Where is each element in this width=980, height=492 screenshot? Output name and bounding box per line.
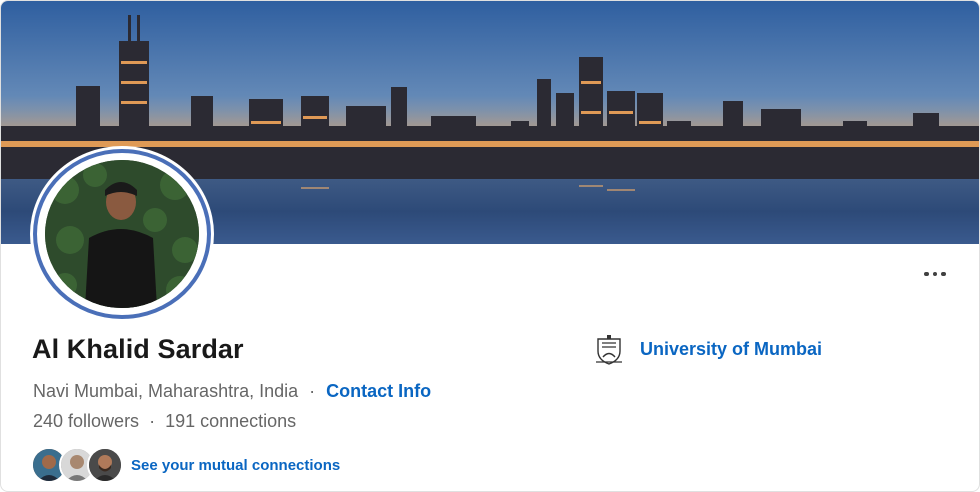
location-row: Navi Mumbai, Maharashtra, India · Contac… — [33, 381, 431, 402]
university-crest-icon — [596, 335, 622, 365]
more-actions-button[interactable] — [913, 263, 957, 285]
avatar — [87, 447, 123, 483]
separator: · — [309, 381, 316, 401]
connections-count[interactable]: 191 connections — [165, 411, 296, 432]
mutual-avatars — [31, 445, 125, 485]
followers-count: 240 followers — [33, 411, 140, 431]
education-link[interactable]: University of Mumbai — [594, 333, 822, 365]
contact-info-link[interactable]: Contact Info — [326, 381, 431, 402]
profile-card: Al Khalid Sardar Navi Mumbai, Maharashtr… — [0, 0, 980, 492]
see-mutual-connections-link[interactable]: See your mutual connections — [131, 457, 340, 474]
mutual-connections[interactable]: See your mutual connections — [31, 445, 340, 485]
university-name: University of Mumbai — [640, 338, 823, 359]
avatar — [45, 160, 199, 308]
separator: · — [149, 411, 156, 431]
network-stats: 240 followers · 191 connections — [33, 411, 296, 432]
profile-name: Al Khalid Sardar — [32, 334, 244, 364]
avatar-portrait — [45, 160, 199, 308]
profile-photo[interactable] — [33, 149, 211, 319]
location-text: Navi Mumbai, Maharashtra, India — [33, 381, 299, 401]
more-horizontal-icon — [924, 271, 929, 277]
